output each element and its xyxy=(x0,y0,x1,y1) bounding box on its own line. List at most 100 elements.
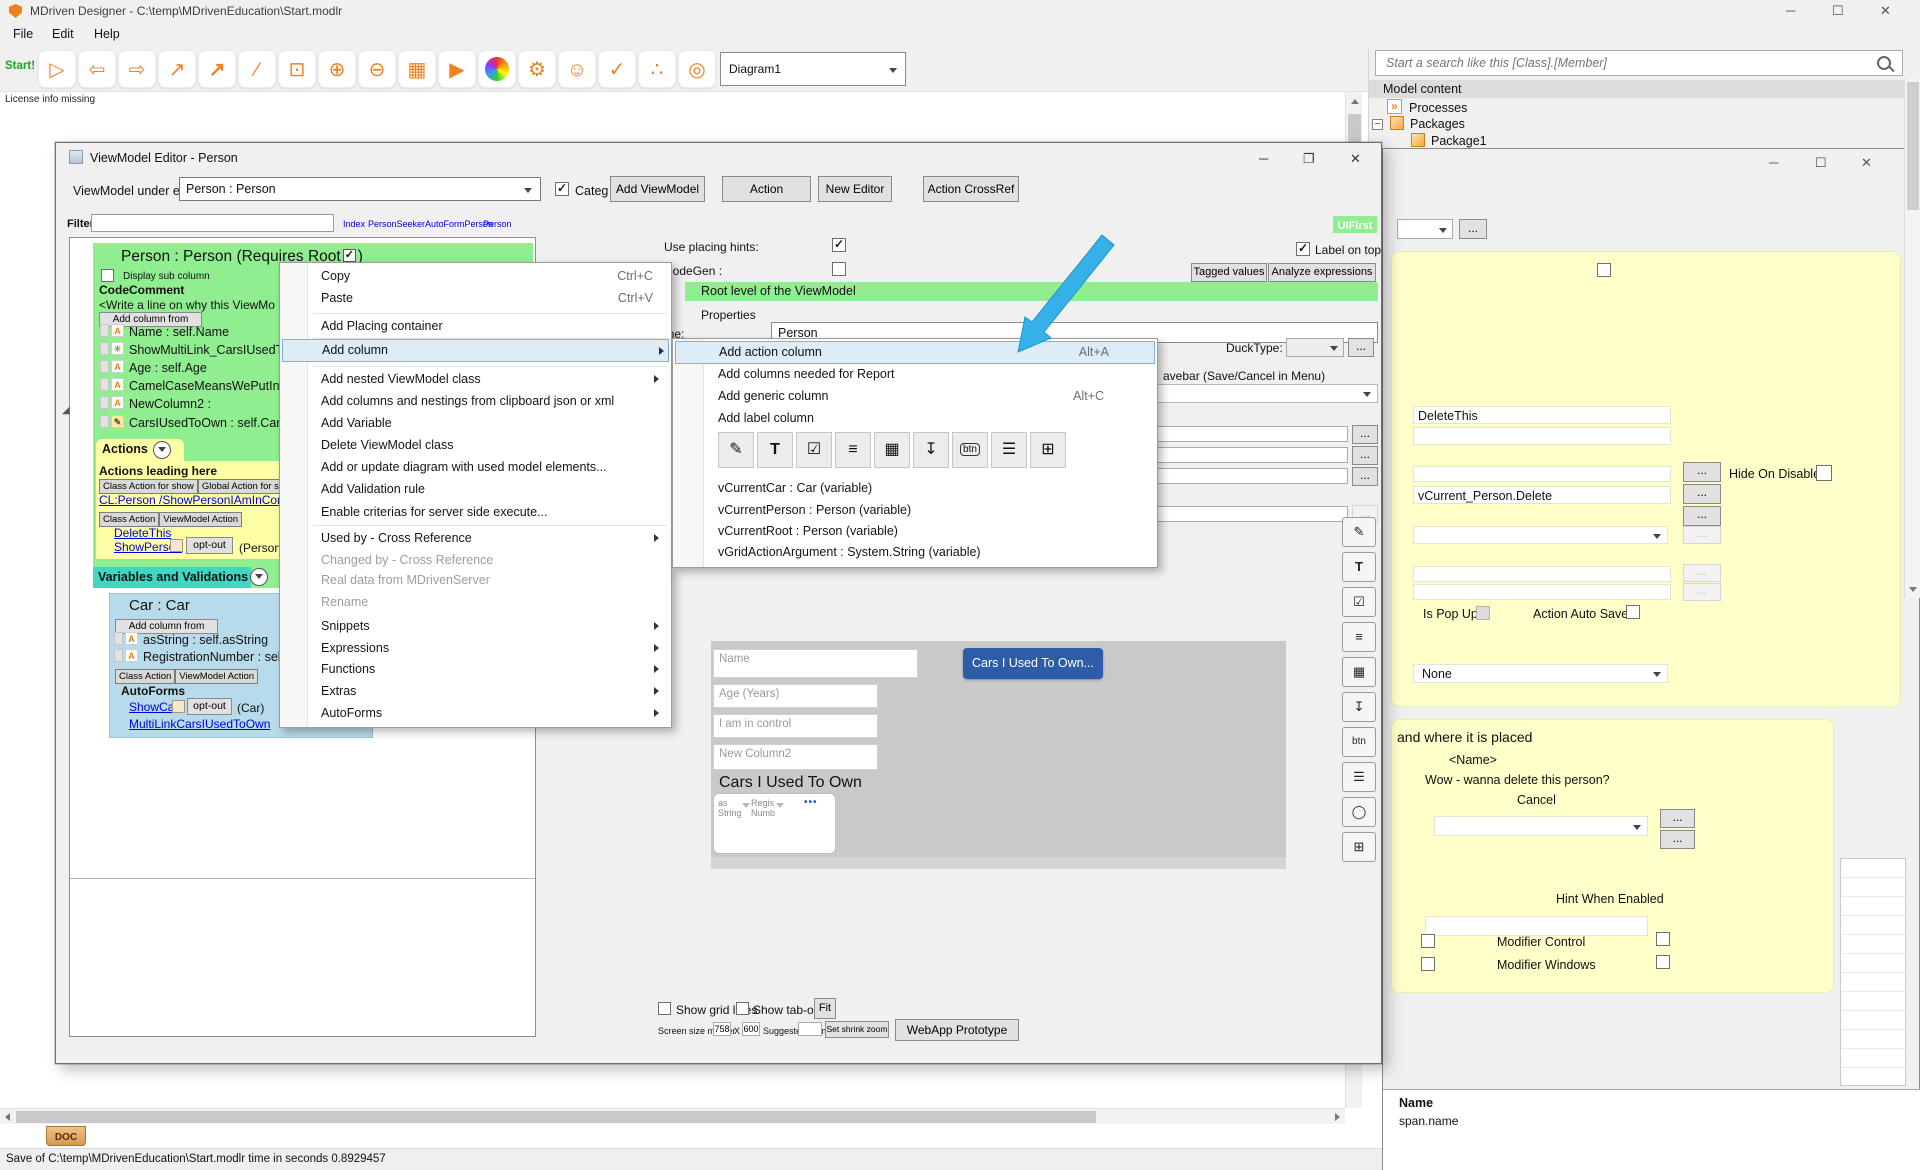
list-control-icon[interactable]: ☰ xyxy=(1342,762,1376,792)
tab-car-class-action[interactable]: Class Action xyxy=(115,669,175,684)
tagged-values-button[interactable]: Tagged values xyxy=(1191,263,1267,282)
menu-item-used-by-crossref[interactable]: Used by - Cross Reference xyxy=(321,527,663,549)
hide-on-disable-checkbox[interactable] xyxy=(1816,465,1832,481)
screen-width-input[interactable] xyxy=(713,1022,731,1036)
action-auto-saves-checkbox[interactable] xyxy=(1626,605,1640,619)
scroll-down-icon[interactable] xyxy=(1909,587,1917,592)
run-icon[interactable]: ▷ xyxy=(38,50,76,88)
action-field-3[interactable] xyxy=(1413,466,1671,482)
submenu-item-add-columns-report[interactable]: Add columns needed for Report xyxy=(718,363,1149,385)
menu-file[interactable]: File xyxy=(13,27,33,41)
packages-expander[interactable]: − xyxy=(1372,119,1383,130)
combobox-control-icon[interactable]: ≡ xyxy=(1342,622,1376,652)
editor-minimize-button[interactable]: ─ xyxy=(1259,151,1268,166)
categ-checkbox[interactable] xyxy=(555,182,569,196)
show-grid-lines-checkbox[interactable] xyxy=(658,1002,671,1015)
codegen-checkbox[interactable] xyxy=(832,262,846,276)
deletethis-link[interactable]: DeleteThis xyxy=(114,526,171,540)
app-maximize-button[interactable]: ☐ xyxy=(1832,3,1844,19)
column-newcolumn2[interactable]: NewColumn2 : xyxy=(129,397,211,411)
color-wheel-icon[interactable] xyxy=(478,50,516,88)
column-age[interactable]: Age : self.Age xyxy=(129,361,207,375)
form-newcolumn2-field[interactable]: New Column2 xyxy=(713,744,878,770)
cars-grid[interactable]: as String Regis Numb ••• xyxy=(713,793,836,854)
requires-root-checkbox[interactable] xyxy=(343,249,356,262)
calendar-control-icon[interactable]: ▦ xyxy=(1342,657,1376,687)
menu-help[interactable]: Help xyxy=(94,27,120,41)
action-window-maximize-button[interactable]: ☐ xyxy=(1815,155,1827,171)
form-name-field[interactable]: Name xyxy=(713,649,918,678)
editor-close-button[interactable]: ✕ xyxy=(1350,151,1361,167)
text-control-icon[interactable]: T xyxy=(1342,552,1376,582)
fit-button[interactable]: Fit xyxy=(814,998,836,1019)
action-field-5[interactable] xyxy=(1413,566,1671,582)
action-combo-2[interactable] xyxy=(1434,816,1648,836)
menu-item-snippets[interactable]: Snippets xyxy=(321,615,663,637)
calendar-column-icon[interactable]: ▦ xyxy=(874,432,910,468)
filter-funnel-icon[interactable] xyxy=(742,803,750,808)
action-name-field[interactable]: DeleteThis xyxy=(1413,406,1671,424)
submenu-item-vcurrentperson[interactable]: vCurrentPerson : Person (variable) xyxy=(718,499,1149,521)
screen-height-input[interactable] xyxy=(742,1022,760,1036)
start-label[interactable]: Start! xyxy=(5,60,35,72)
action-expression-field[interactable]: vCurrent_Person.Delete xyxy=(1413,486,1671,504)
menu-item-autoforms[interactable]: AutoForms xyxy=(321,702,663,724)
app-close-button[interactable]: ✕ xyxy=(1880,3,1891,19)
viewmodel-control-icon[interactable]: ⊞ xyxy=(1342,832,1376,862)
show-tab-order-checkbox[interactable] xyxy=(736,1002,749,1015)
tree-item-processes[interactable]: Processes xyxy=(1409,101,1467,115)
action-side-list[interactable] xyxy=(1840,858,1906,1086)
menu-item-enable-criterias[interactable]: Enable criterias for server side execute… xyxy=(321,501,663,523)
cars-used-button[interactable]: Cars I Used To Own... xyxy=(963,648,1103,679)
column-name[interactable]: Name : self.Name xyxy=(129,325,229,339)
showcar-link[interactable]: ShowCar xyxy=(129,700,178,714)
gc-rings-icon[interactable]: ◎ xyxy=(678,50,716,88)
tab-car-viewmodel-action[interactable]: ViewModel Action xyxy=(175,669,258,684)
action-top-checkbox[interactable] xyxy=(1597,263,1611,277)
image-column-icon[interactable]: ↧ xyxy=(913,432,949,468)
grid-menu-dots[interactable]: ••• xyxy=(804,797,818,808)
list-column-icon[interactable]: ☰ xyxy=(991,432,1027,468)
button-column-icon[interactable]: btn xyxy=(952,432,988,468)
modifier-windows-checkbox-right[interactable] xyxy=(1656,955,1670,969)
menu-item-copy[interactable]: CopyCtrl+C xyxy=(321,265,663,287)
right-scrollbar[interactable] xyxy=(1904,78,1920,598)
association-arrow-icon[interactable]: ↗ xyxy=(198,50,236,88)
pattern-nodes-icon[interactable]: ∴ xyxy=(638,50,676,88)
multilink-link[interactable]: MultiLinkCarsIUsedToOwn xyxy=(129,717,270,731)
menu-item-extras[interactable]: Extras xyxy=(321,680,663,702)
search-icon[interactable] xyxy=(1877,56,1891,70)
action-ellipsis-8[interactable]: ... xyxy=(1660,830,1695,849)
submenu-item-vgridactionargument[interactable]: vGridActionArgument : System.String (var… xyxy=(718,541,1149,563)
filter-link-person[interactable]: Person xyxy=(483,219,512,229)
menu-item-add-column[interactable]: Add column xyxy=(282,339,669,362)
checkbox-control-icon[interactable]: ☑ xyxy=(1342,587,1376,617)
menu-item-add-nested-viewmodel[interactable]: Add nested ViewModel class xyxy=(321,368,663,390)
opt-out-button[interactable]: opt-out xyxy=(186,537,233,554)
ducktype-ellipsis-button[interactable]: ... xyxy=(1348,338,1374,357)
variables-validations-bar[interactable]: Variables and Validations xyxy=(93,567,251,588)
menu-item-add-placing-container[interactable]: Add Placing container xyxy=(321,315,663,337)
zoom-in-icon[interactable]: ⊕ xyxy=(318,50,356,88)
edit-column-icon[interactable]: ✎ xyxy=(718,432,754,468)
action-definitions-button[interactable]: Action definitions xyxy=(722,176,811,202)
filter-input[interactable] xyxy=(91,214,334,232)
code-comment-text[interactable]: <Write a line on why this ViewMo xyxy=(99,298,275,312)
nav-back-icon[interactable]: ⇦ xyxy=(78,50,116,88)
viewmodel-column-icon[interactable]: ⊞ xyxy=(1030,432,1066,468)
suggested-zoom-input[interactable] xyxy=(798,1022,822,1036)
settings-gears-icon[interactable]: ⚙ xyxy=(518,50,556,88)
action-top-combo[interactable] xyxy=(1397,219,1453,239)
actions-collapse-icon[interactable] xyxy=(153,441,171,459)
access-groups-icon[interactable]: ☺ xyxy=(558,50,596,88)
filter-link-index[interactable]: Index xyxy=(343,219,365,229)
set-shrink-zoom-button[interactable]: Set shrink zoom to fit xyxy=(825,1021,889,1038)
grid-col-regnumber[interactable]: Regis Numb xyxy=(751,798,781,818)
model-search-input[interactable] xyxy=(1375,50,1903,76)
text-column-icon[interactable]: T xyxy=(757,432,793,468)
submenu-item-add-label-column[interactable]: Add label column xyxy=(718,407,1149,429)
editor-maximize-button[interactable]: ❐ xyxy=(1303,151,1315,167)
menu-item-add-or-update-diagram[interactable]: Add or update diagram with used model el… xyxy=(321,456,663,478)
form-age-field[interactable]: Age (Years) xyxy=(713,684,878,708)
menu-item-add-validation-rule[interactable]: Add Validation rule xyxy=(321,478,663,500)
